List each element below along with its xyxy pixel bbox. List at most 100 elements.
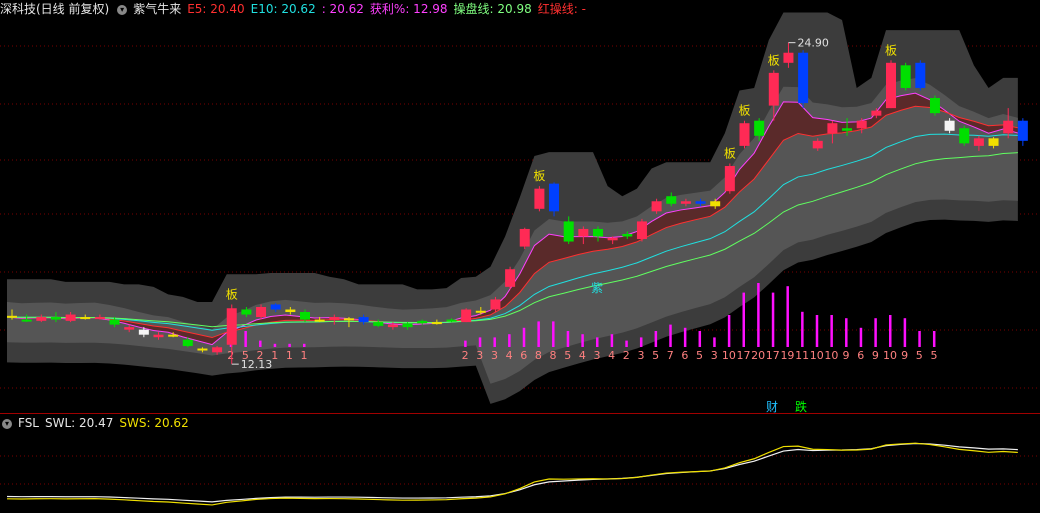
candle-body [680,201,691,204]
count-label: 6 [681,349,688,362]
candle-body [490,299,501,310]
candle-body [80,317,91,320]
count-bar [932,331,936,347]
count-bar [478,337,482,347]
count-label: 2 [227,349,234,362]
count-label: 5 [696,349,703,362]
count-bar [493,337,496,347]
count-bar [552,321,555,347]
candle-body [959,128,970,144]
sws-line [6,442,1018,506]
candle-body [94,317,105,320]
count-bar [771,292,775,347]
count-bar [596,337,599,347]
candle-body [607,237,618,241]
count-label: 1 [301,349,308,362]
count-label: 6 [520,349,527,362]
candle-body [622,233,633,237]
candle-body [534,188,545,209]
count-bar [918,331,921,347]
candle-body [710,201,721,207]
limit-up-tag: 板 [768,53,780,67]
count-label: 3 [491,349,498,362]
candle-body [138,329,149,335]
candle-body [856,120,867,129]
count-label: 5 [916,349,923,362]
count-label: 4 [608,349,615,362]
count-label: 9 [901,349,908,362]
limit-up-tag: 板 [533,169,545,183]
count-label: 3 [711,349,718,362]
candle-body [798,52,809,104]
candle-body [36,317,47,321]
die-marker: 跌 [795,399,807,413]
candle-body [1017,120,1028,141]
count-bar [683,327,687,347]
candle-body [197,348,208,351]
candle-body [900,65,911,88]
count-label: 7 [667,349,674,362]
candle-body [387,324,398,328]
limit-up-tag: 板 [738,104,750,118]
cai-marker: 财 [766,400,778,413]
count-bar [845,318,848,347]
count-label: 5 [564,349,571,362]
candle-body [65,314,76,321]
count-bar [669,324,672,347]
candle-body [300,312,310,320]
count-bar [786,286,789,347]
candle-body [285,309,296,313]
count-label: 8 [535,349,542,362]
candle-body [109,319,120,325]
candle-body [21,319,32,322]
candle-body [358,317,369,323]
candle-body [241,309,252,315]
limit-up-tag: 板 [226,287,238,301]
candle-body [182,339,193,347]
count-label: 9 [872,349,879,362]
candle-body [988,138,999,146]
candlestick-chart[interactable]: 2 5 2 1 1 1 2 3 3 4 6 8 8 5 4 3 4 2 3 5 7 6 5 3 10 17 20 17 19 11 10 10… [0,0,1040,413]
count-label: 11 [795,349,809,362]
count-label: 9 [843,349,850,362]
count-bar [698,331,702,347]
candle-body [563,221,574,242]
candle-body [783,52,794,63]
candle-body [475,310,486,313]
candle-body [886,62,896,109]
candle-body [724,166,735,192]
count-bar [625,340,628,347]
count-bar [288,343,291,347]
count-bar [742,292,745,347]
candle-body [168,334,179,337]
candle-body [593,228,603,237]
count-bar [713,337,716,347]
count-label: 10 [810,349,824,362]
candle-body [842,128,853,131]
candle-body [973,138,984,146]
candle-body [519,228,530,247]
candle-body [636,221,647,240]
candle-body [124,327,135,330]
count-label: 5 [930,349,937,362]
low-label: 12.13 [241,358,273,371]
sub-grid [0,455,1040,485]
price-band [7,12,1018,404]
count-bar [610,334,614,347]
count-bar [537,321,540,347]
count-label: 2 [623,349,630,362]
candle-body [226,308,237,345]
candle-body [578,228,589,237]
candle-body [754,120,765,136]
candle-body [402,323,413,328]
candle-body [812,140,823,149]
fsl-chart[interactable] [0,414,1040,513]
candle-body [549,183,560,212]
count-label: 10 [883,349,897,362]
zi-marker: 紫 [591,281,603,295]
candle-body [739,123,750,146]
count-label: 19 [780,349,794,362]
count-bar [639,337,643,347]
count-label: 10 [824,349,838,362]
candle-body [329,317,340,320]
